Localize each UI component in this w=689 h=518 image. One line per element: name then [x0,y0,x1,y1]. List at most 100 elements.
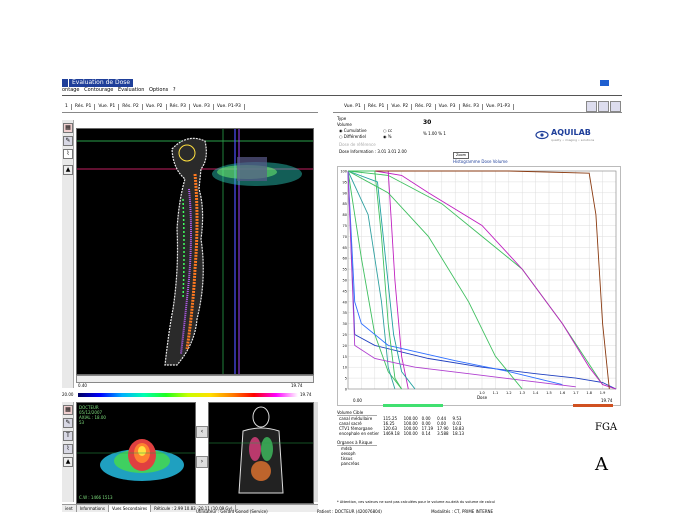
footer-module: Modalités : CT, PRIME INTERNE [431,509,494,514]
menu-bar: ontage Contourage Evaluation Options ? [62,87,622,94]
tab-r-vue-p1[interactable]: Vue. P1 [341,104,365,110]
scroll-up-icon[interactable]: ▲ [63,457,73,467]
y-tick-label: 70 [343,235,347,239]
dvh-svg: 0 5 10 15 20 25 30 35 40 45 50 55 60 65 70 75 80 85 90 95 10… [340,170,617,400]
horizontal-scrollbar[interactable] [76,375,314,383]
sagittal-image [77,129,313,374]
y-tick-label: 65 [343,246,347,250]
scale-row: 0.40 19.74 [76,383,312,389]
tab-r-res-p3[interactable]: Rés. P3 [460,104,483,110]
window-title: Evaluation de Dose [69,79,134,87]
left-tabs-divider [62,112,318,113]
menu-item-evaluation[interactable]: Evaluation [118,87,144,93]
y-tick-label: 15 [343,355,347,359]
footnote: * Attention, ces valeurs ne sont pas cal… [337,500,495,504]
unit-cc-label: cc [387,128,393,133]
table-cell-b: 3.588 [437,431,449,436]
y-tick-label: 100 [340,170,347,174]
menu-item-montage[interactable]: ontage [62,87,80,93]
unit-cc-option[interactable]: ○ cc [383,128,392,133]
dvh-chart[interactable]: 0 5 10 15 20 25 30 35 40 45 50 55 60 65 70 75 80 85 90 95 10… [337,166,621,406]
y-tick-label: 0 [345,388,347,392]
tab-res-p3[interactable]: Rés. P3 [167,104,191,110]
tab-res-p2[interactable]: Rés. P2 [119,104,143,110]
menu-item-options[interactable]: Options [149,87,168,93]
y-tick-label: 75 [343,224,347,228]
x-axis-label: Dose [477,395,488,400]
tab-vue-p2[interactable]: Vue. P2 [143,104,167,110]
zoom-button[interactable]: Zoom [453,152,469,159]
brand-name: AQUILAB [551,128,591,137]
unit-percent-option[interactable]: ◉ % [383,134,392,139]
tab-r-res-p2[interactable]: Rés. P2 [412,104,436,110]
zoom-in-icon[interactable] [586,101,597,112]
axial-thumbnail-viewer[interactable]: DOCTEUR 05/12/2007 AXIAL : 18.00 53 C.W … [76,402,196,504]
menu-item-contourage[interactable]: Contourage [84,87,113,93]
table-cell-name: encephale en entier [339,431,380,436]
footer: Utilisateur : Gérard Gonod (Service) Pat… [0,509,689,514]
thumbnail-info: DOCTEUR 05/12/2007 AXIAL : 18.00 53 [79,405,106,425]
prev-arrow-icon[interactable]: ‹ [196,426,208,438]
x-tick-label: 1.3 [519,391,525,395]
dose-colorbar[interactable] [78,393,298,397]
tab-r-vue-p1-p3[interactable]: Vue. P1-P3 [483,104,515,110]
y-tick-label: 25 [343,333,347,337]
left-toolbar: ▦ ✎ ⌇ ▲ [62,120,74,388]
pencil-tool-icon[interactable]: ✎ [63,418,73,428]
right-view-tabs: Vue. P1 Rés. P1 Vue. P2 Rés. P2 Vue. P3 Rés. … [341,104,541,110]
contour-tool-icon[interactable]: ⌇ [63,444,73,454]
volume-table-section: Volume Cible canal médullaire 115.25 100.0… [337,410,537,466]
menu-item-help[interactable]: ? [173,87,176,93]
x-tick-label: 1.4 [533,391,539,395]
contour-tool-icon[interactable]: ⌇ [63,149,73,159]
left-panel: ▦ ✎ ⌇ ▲ 0.40 19.74 20.00 19.74 ▦ ✎ T ⌇ ▲… [62,120,318,518]
grid-tool-icon[interactable]: ▦ [63,405,73,415]
tab-r-vue-p2[interactable]: Vue. P2 [388,104,413,110]
cumulative-option[interactable]: ◉ Cumulative [339,128,367,133]
table-cell-c: 18.13 [452,431,464,436]
table-row[interactable]: encephale en entier 1469.18 100.00 0.14 3.58… [337,431,466,436]
tab-1[interactable]: 1 [62,104,72,110]
type-label: Type [337,116,347,121]
tab-vue-p1[interactable]: Vue. P1 [95,104,120,110]
scale-min: 0.40 [78,383,87,388]
differential-label: Différentiel [343,134,366,139]
ref-dose-label: Dose de référence [339,142,376,147]
y-tick-label: 80 [343,213,347,217]
export-icon[interactable] [610,101,621,112]
info-slice: 53 [79,420,85,425]
alpha-glyph: A [595,454,608,475]
colorbar-left-value: 20.00 [62,392,74,397]
thumbnail-window: C.W : 1466 1513 [79,495,113,500]
cumulative-label: Cumulative [343,128,367,133]
sagittal-viewer[interactable] [76,128,314,375]
right-panel: Vue. P1 Rés. P1 Vue. P2 Rés. P2 Vue. P3 Rés. … [333,100,622,510]
coronal-thumbnail-viewer[interactable] [208,402,314,504]
scroll-up-icon[interactable]: ▲ [63,165,73,175]
tab-r-res-p1[interactable]: Rés. P1 [365,104,389,110]
text-tool-icon[interactable]: T [63,431,73,441]
tab-vue-p3[interactable]: Vue. P3 [190,104,214,110]
chart-x-max: 19.74 [601,398,613,403]
y-tick-label: 55 [343,268,347,272]
menu-divider [62,95,622,96]
coronal-image [209,406,313,494]
next-arrow-icon[interactable]: › [196,456,208,468]
aquilab-eye-icon [535,130,549,140]
differential-option[interactable]: ○ Différentiel [339,134,366,139]
y-tick-label: 45 [343,289,347,293]
x-tick-label: 1.6 [560,391,566,395]
brand-tagline: quality • imaging • solutions [551,138,595,142]
window-control-icon[interactable] [600,80,609,86]
zoom-out-icon[interactable] [598,101,609,112]
pencil-tool-icon[interactable]: ✎ [63,136,73,146]
organ-item[interactable]: pancréas [341,461,537,466]
tab-res-p1[interactable]: Rés. P1 [72,104,96,110]
thumb-scrollbar[interactable] [314,402,318,502]
dose-options: Type Volume ◉ Cumulative ○ Différentiel … [337,116,517,160]
unit-percent-label: % [387,134,392,139]
grid-tool-icon[interactable]: ▦ [63,123,73,133]
x-tick-label: 1.9 [600,391,606,395]
tab-vue-p1-p3[interactable]: Vue. P1-P3 [214,104,245,110]
tab-r-vue-p3[interactable]: Vue. P3 [436,104,460,110]
